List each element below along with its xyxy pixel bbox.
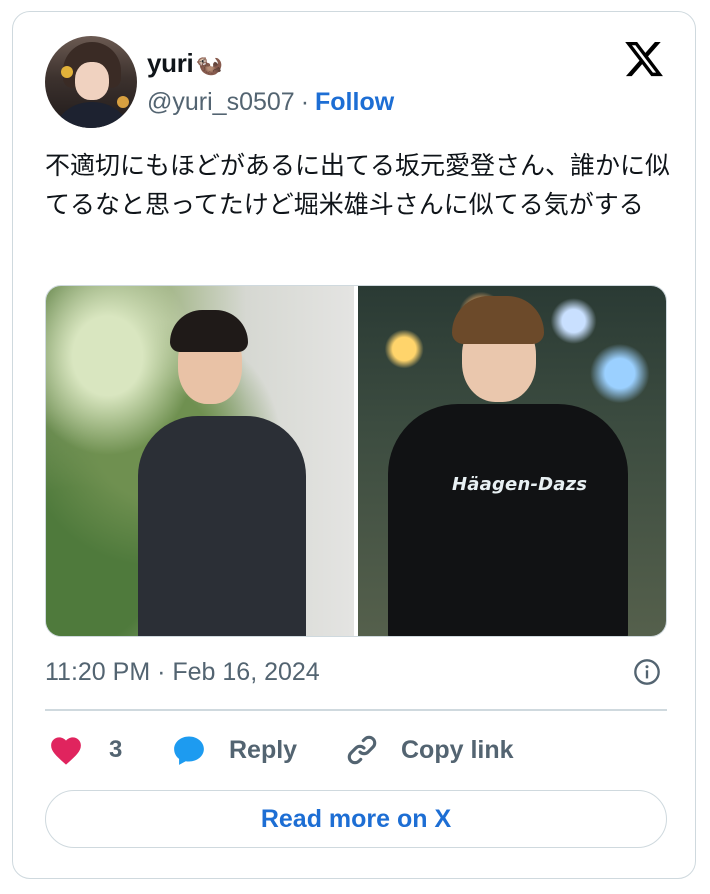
- follow-button[interactable]: Follow: [315, 88, 394, 116]
- media-grid: Häagen-Dazs: [45, 285, 667, 637]
- photo-right-hair: [452, 296, 544, 344]
- handle-row: @yuri_s0507 · Follow: [147, 88, 394, 117]
- link-icon: [347, 735, 377, 765]
- tweet-card: yuri🦦 @yuri_s0507 · Follow 不適切にもほどがあるに出てる坂…: [12, 11, 696, 879]
- avatar-flower-icon: [61, 66, 73, 78]
- info-icon[interactable]: [633, 658, 661, 686]
- avatar-flower-icon: [117, 96, 129, 108]
- reply-label: Reply: [229, 735, 298, 764]
- like-button[interactable]: 3: [49, 728, 122, 772]
- shirt-print: Häagen-Dazs: [452, 474, 588, 495]
- read-more-button[interactable]: Read more on X: [45, 790, 667, 848]
- author-name[interactable]: yuri🦦: [147, 48, 223, 79]
- copy-link-label: Copy link: [401, 735, 514, 764]
- separator: ·: [300, 88, 310, 116]
- like-count: 3: [109, 736, 123, 763]
- author-handle[interactable]: @yuri_s0507: [147, 88, 295, 116]
- otter-emoji-icon: 🦦: [195, 52, 223, 77]
- heart-icon: [51, 737, 81, 765]
- tweet-timestamp[interactable]: 11:20 PM · Feb 16, 2024: [45, 658, 320, 687]
- photo-left-hair: [170, 310, 248, 352]
- photo-left-figure: [138, 416, 306, 636]
- photo-left[interactable]: [46, 286, 354, 636]
- avatar-face: [75, 62, 109, 100]
- action-bar: 3 Reply Copy link: [45, 728, 667, 772]
- divider: [45, 709, 667, 711]
- reply-bubble-icon: [174, 736, 204, 765]
- photo-right-figure: [388, 404, 628, 636]
- tweet-text: 不適切にもほどがあるに出てる坂元愛登さん、誰かに似てるなと思ってたけど堀米雄斗さ…: [45, 151, 671, 219]
- avatar[interactable]: [45, 36, 137, 128]
- copy-link-button[interactable]: Copy link: [345, 728, 514, 772]
- x-logo-icon[interactable]: [623, 38, 665, 80]
- photo-right[interactable]: Häagen-Dazs: [358, 286, 666, 636]
- author-display-name[interactable]: yuri: [147, 48, 194, 78]
- reply-button[interactable]: Reply: [171, 728, 297, 772]
